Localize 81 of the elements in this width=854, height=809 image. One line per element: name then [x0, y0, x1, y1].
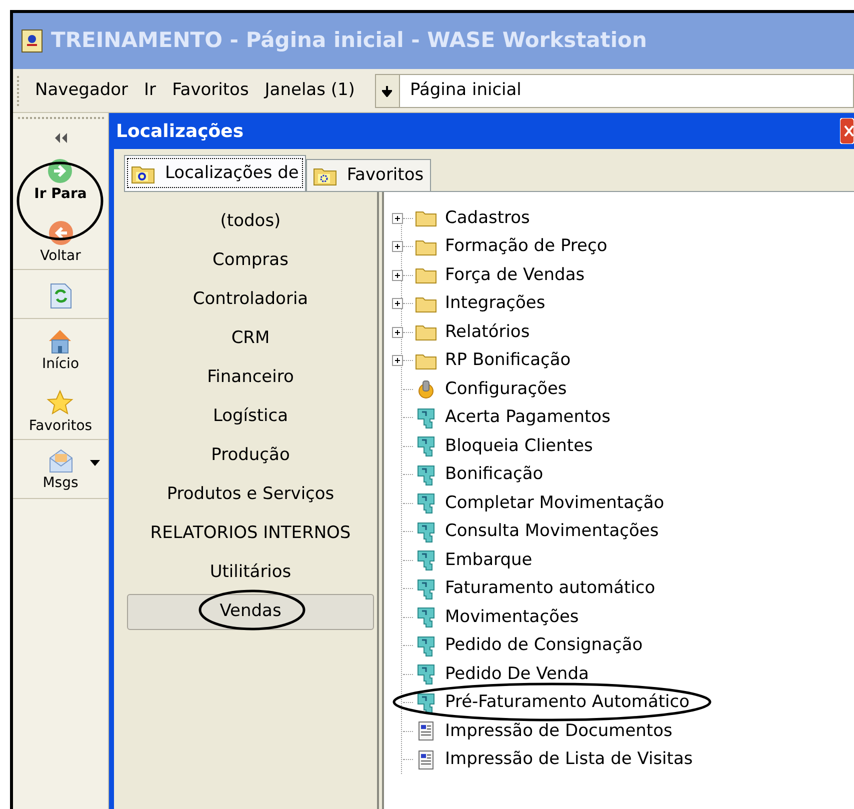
- puzzle-piece-icon: [415, 663, 437, 686]
- puzzle-piece-icon: [415, 435, 437, 458]
- category-item[interactable]: Controladoria: [127, 282, 374, 318]
- tab[interactable]: Favoritos: [306, 159, 431, 191]
- tree-item[interactable]: Bloqueia Clientes: [445, 434, 593, 459]
- folder-icon: [131, 164, 155, 184]
- folder-icon: [312, 166, 337, 186]
- caret-icon: [90, 460, 100, 466]
- sidebar-button[interactable]: Favoritos: [28, 389, 92, 435]
- tree-item[interactable]: Acerta Pagamentos: [445, 405, 610, 430]
- sidebar-button[interactable]: Msgs: [42, 448, 78, 492]
- document-icon: [417, 721, 435, 742]
- close-icon[interactable]: [840, 118, 854, 144]
- window-title: TREINAMENTO - Página inicial - WASE Workstation: [51, 27, 647, 54]
- menu-item[interactable]: Ir: [144, 78, 156, 104]
- tree-item[interactable]: Relatórios: [445, 320, 530, 345]
- expand-icon[interactable]: [392, 326, 403, 338]
- tree-item[interactable]: Consulta Movimentações: [445, 519, 659, 544]
- expand-icon[interactable]: [392, 270, 403, 281]
- tree-item[interactable]: RP Bonificação: [445, 348, 571, 374]
- expand-icon[interactable]: [392, 298, 403, 310]
- tree-item[interactable]: Embarque: [445, 548, 532, 573]
- tree-item[interactable]: Impressão de Lista de Visitas: [445, 747, 693, 772]
- panel-title: Localizações: [116, 120, 244, 144]
- puzzle-piece-icon: [415, 464, 437, 486]
- puzzle-piece-icon: [415, 606, 437, 628]
- category-item[interactable]: Financeiro: [127, 360, 374, 396]
- sidebar-button[interactable]: Voltar: [40, 219, 81, 265]
- collapse-icon[interactable]: [52, 133, 68, 143]
- puzzle-piece-icon: [415, 692, 437, 714]
- category-item[interactable]: RELATORIOS INTERNOS: [127, 516, 374, 552]
- folder-icon: [415, 266, 437, 284]
- category-item[interactable]: CRM: [127, 321, 374, 357]
- expand-icon[interactable]: [392, 212, 403, 224]
- category-item[interactable]: Utilitários: [127, 555, 374, 591]
- app-icon: [21, 29, 43, 53]
- puzzle-piece-icon: [415, 578, 437, 600]
- tree-item[interactable]: Configurações: [445, 376, 567, 402]
- tree-item[interactable]: Pré-Faturamento Automático: [445, 690, 690, 716]
- puzzle-piece-icon: [415, 520, 437, 543]
- tree-item[interactable]: Impressão de Documentos: [445, 718, 672, 744]
- document-icon: [417, 750, 435, 770]
- dropdown-button[interactable]: [376, 74, 400, 106]
- category-item[interactable]: Produção: [127, 438, 374, 474]
- tab[interactable]: Localizações de: [124, 155, 306, 191]
- folder-icon: [415, 209, 437, 228]
- down-arrow-icon: [382, 84, 392, 96]
- category-item[interactable]: Vendas: [127, 594, 374, 630]
- address-field[interactable]: Página inicial: [410, 78, 522, 104]
- tree-item[interactable]: Faturamento automático: [445, 576, 656, 602]
- star-icon: [46, 389, 74, 417]
- expand-icon[interactable]: [392, 241, 403, 252]
- folder-icon: [415, 238, 437, 256]
- tree-item[interactable]: Completar Movimentação: [445, 490, 664, 516]
- puzzle-piece-icon: [415, 492, 437, 514]
- expand-icon[interactable]: [392, 355, 403, 366]
- menu-item[interactable]: Navegador: [35, 78, 128, 104]
- folder-icon: [415, 323, 437, 342]
- puzzle-piece-icon: [415, 406, 437, 429]
- folder-icon: [415, 294, 437, 313]
- tree-item[interactable]: Pedido De Venda: [445, 662, 589, 687]
- folder-icon: [415, 352, 437, 370]
- envelope-icon: [46, 448, 74, 474]
- tree-item[interactable]: Força de Vendas: [445, 262, 585, 288]
- category-item[interactable]: (todos): [127, 204, 374, 240]
- tree-item[interactable]: Pedido de Consignação: [445, 633, 643, 658]
- tree-item[interactable]: Integrações: [445, 291, 546, 316]
- tree-item[interactable]: Cadastros: [445, 206, 530, 231]
- tree-item[interactable]: Bonificação: [445, 462, 544, 488]
- refresh-icon: [48, 282, 72, 310]
- tree-item[interactable]: Formação de Preço: [445, 234, 608, 260]
- tree-item[interactable]: Movimentações: [445, 604, 579, 630]
- category-item[interactable]: Logística: [127, 399, 374, 435]
- puzzle-piece-icon: [415, 549, 437, 572]
- puzzle-piece-icon: [415, 634, 437, 657]
- menu-item[interactable]: Favoritos: [172, 78, 249, 104]
- sidebar-button[interactable]: Ir Para: [34, 157, 87, 203]
- category-item[interactable]: Produtos e Serviços: [127, 477, 374, 513]
- sidebar-button[interactable]: Início: [42, 327, 80, 373]
- category-item[interactable]: Compras: [127, 243, 374, 279]
- menu-item[interactable]: Janelas (1): [264, 78, 355, 104]
